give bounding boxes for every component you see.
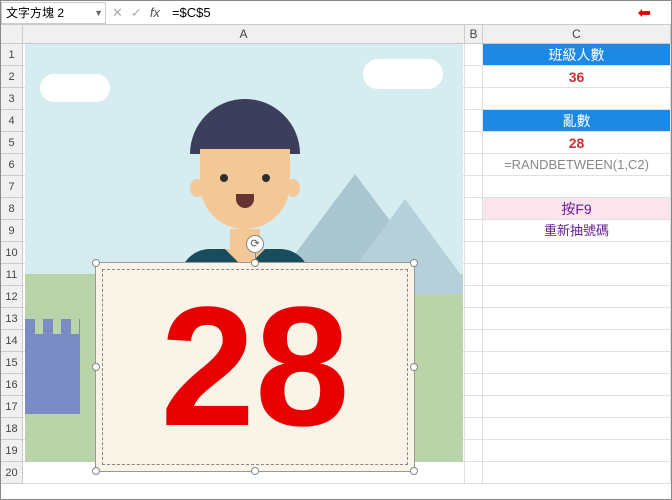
cell <box>465 286 483 308</box>
row-header[interactable]: 14 <box>1 330 23 352</box>
row-header[interactable]: 2 <box>1 66 23 88</box>
column-header-C[interactable]: C <box>483 25 671 43</box>
cell[interactable] <box>483 374 671 396</box>
cell-c6[interactable]: =RANDBETWEEN(1,C2) <box>483 154 671 176</box>
cell-c9[interactable]: 重新抽號碼 <box>483 220 671 242</box>
cell <box>465 330 483 352</box>
cell <box>465 88 483 110</box>
resize-handle[interactable] <box>410 467 418 475</box>
row-header[interactable]: 4 <box>1 110 23 132</box>
cell <box>465 154 483 176</box>
cell[interactable] <box>483 462 671 484</box>
select-all-corner[interactable] <box>1 25 23 43</box>
name-box-value: 文字方塊 2 <box>6 4 64 21</box>
resize-handle[interactable] <box>92 363 100 371</box>
castle-icon <box>25 334 80 414</box>
cell <box>465 242 483 264</box>
name-box[interactable]: 文字方塊 2 ▼ <box>1 2 106 24</box>
cell[interactable] <box>483 176 671 198</box>
cell[interactable] <box>483 308 671 330</box>
text-box-content: 28 <box>102 269 408 465</box>
formula-bar: 文字方塊 2 ▼ ✕ ✓ fx =$C$5 ⬅ <box>1 1 671 25</box>
cell[interactable] <box>483 286 671 308</box>
cell <box>465 352 483 374</box>
cell-c2[interactable]: 36 <box>483 66 671 88</box>
row-headers: 1 2 3 4 5 6 7 8 9 10 11 12 13 14 15 16 1… <box>1 44 23 484</box>
row-header[interactable]: 3 <box>1 88 23 110</box>
row-header[interactable]: 13 <box>1 308 23 330</box>
row-header[interactable]: 8 <box>1 198 23 220</box>
cell[interactable] <box>483 352 671 374</box>
cell-c5[interactable]: 28 <box>483 132 671 154</box>
column-header-B[interactable]: B <box>465 25 483 43</box>
chevron-down-icon[interactable]: ▼ <box>94 8 103 18</box>
row-header[interactable]: 18 <box>1 418 23 440</box>
cell[interactable] <box>483 418 671 440</box>
cell <box>465 264 483 286</box>
spreadsheet: A B C 1 2 3 4 5 6 7 8 9 10 11 12 13 14 1… <box>1 25 671 484</box>
row-header[interactable]: 6 <box>1 154 23 176</box>
cell[interactable] <box>483 396 671 418</box>
row-header[interactable]: 9 <box>1 220 23 242</box>
row-header[interactable]: 1 <box>1 44 23 66</box>
resize-handle[interactable] <box>410 363 418 371</box>
cell-c4[interactable]: 亂數 <box>483 110 671 132</box>
resize-handle[interactable] <box>251 467 259 475</box>
text-box-shape[interactable]: ⟳ 28 <box>95 262 415 472</box>
cell <box>465 198 483 220</box>
column-header-A[interactable]: A <box>23 25 465 43</box>
cell <box>465 440 483 462</box>
formula-bar-buttons: ✕ ✓ fx <box>106 5 166 21</box>
cell-c1[interactable]: 班級人數 <box>483 44 671 66</box>
column-headers: A B C <box>1 25 671 44</box>
resize-handle[interactable] <box>92 467 100 475</box>
cell <box>465 374 483 396</box>
row-header[interactable]: 16 <box>1 374 23 396</box>
display-number: 28 <box>160 282 349 452</box>
row-header[interactable]: 11 <box>1 264 23 286</box>
confirm-icon[interactable]: ✓ <box>131 5 142 21</box>
cell <box>465 396 483 418</box>
cancel-icon[interactable]: ✕ <box>112 5 123 21</box>
cell <box>465 110 483 132</box>
cell <box>465 220 483 242</box>
row-header[interactable]: 19 <box>1 440 23 462</box>
cloud-icon <box>40 74 110 102</box>
cell <box>465 308 483 330</box>
resize-handle[interactable] <box>410 259 418 267</box>
row-header[interactable]: 5 <box>1 132 23 154</box>
row-header[interactable]: 15 <box>1 352 23 374</box>
cell <box>465 462 483 484</box>
rotate-handle-icon[interactable]: ⟳ <box>246 235 264 253</box>
cell[interactable] <box>483 88 671 110</box>
cell[interactable] <box>483 330 671 352</box>
cell[interactable] <box>483 440 671 462</box>
fx-icon[interactable]: fx <box>150 5 160 20</box>
cell[interactable] <box>483 242 671 264</box>
cell <box>465 44 483 66</box>
cell-grid[interactable]: 班級人數 36 亂數 28 =RANDBETWEEN(1,C2) 按F9 重新抽… <box>23 44 671 484</box>
cell-c8[interactable]: 按F9 <box>483 198 671 220</box>
cell <box>465 176 483 198</box>
arrow-annotation: ⬅ <box>638 3 671 23</box>
row-header[interactable]: 17 <box>1 396 23 418</box>
cloud-icon <box>363 59 443 89</box>
row-header[interactable]: 7 <box>1 176 23 198</box>
cell <box>465 418 483 440</box>
row-header[interactable]: 20 <box>1 462 23 484</box>
cell <box>465 66 483 88</box>
resize-handle[interactable] <box>92 259 100 267</box>
resize-handle[interactable] <box>251 259 259 267</box>
formula-input[interactable]: =$C$5 <box>166 5 638 20</box>
row-header[interactable]: 10 <box>1 242 23 264</box>
row-header[interactable]: 12 <box>1 286 23 308</box>
cell[interactable] <box>483 264 671 286</box>
cell <box>465 132 483 154</box>
